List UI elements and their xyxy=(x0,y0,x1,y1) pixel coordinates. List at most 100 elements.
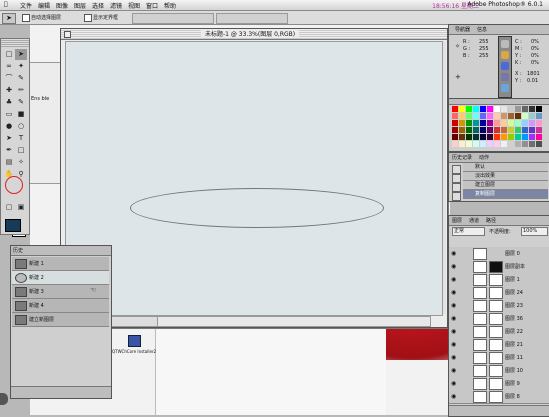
type-tool-icon[interactable]: T xyxy=(15,133,27,144)
color-swatch[interactable] xyxy=(515,113,521,119)
color-swatch[interactable] xyxy=(494,127,500,133)
eraser-tool-icon[interactable]: ▭ xyxy=(3,109,15,120)
color-swatch[interactable] xyxy=(459,134,465,140)
menu-edit[interactable]: 编辑 xyxy=(38,1,50,10)
color-swatch[interactable] xyxy=(452,127,458,133)
color-swatch[interactable] xyxy=(480,141,486,147)
tab-actions[interactable]: 动作 xyxy=(479,154,489,161)
layer-row[interactable]: ◉ 图层 23 xyxy=(449,299,549,313)
color-swatch[interactable] xyxy=(487,127,493,133)
styles-mini-icon[interactable] xyxy=(501,73,509,81)
elliptical-selection[interactable] xyxy=(130,188,384,228)
document-titlebar[interactable]: 未标题-1 @ 33.3%(图层 0,RGB) xyxy=(61,29,447,40)
color-swatch[interactable] xyxy=(473,113,479,119)
quick-mask-off-icon[interactable]: ▢ xyxy=(3,202,15,213)
healing-tool-icon[interactable]: ✚ xyxy=(3,85,15,96)
action-item[interactable]: 默认 xyxy=(463,163,548,172)
document-canvas[interactable] xyxy=(65,41,443,316)
color-swatch[interactable] xyxy=(487,113,493,119)
color-swatch[interactable] xyxy=(522,127,528,133)
color-swatch[interactable] xyxy=(508,120,514,126)
lasso-tool-icon[interactable]: ∞ xyxy=(3,61,15,72)
color-swatch[interactable] xyxy=(529,113,535,119)
toolbox-titlebar[interactable] xyxy=(1,39,29,47)
color-swatch[interactable] xyxy=(536,141,542,147)
crop-tool-icon[interactable]: ⌒ xyxy=(3,73,15,84)
magic-wand-icon[interactable]: ✦ xyxy=(15,61,27,72)
action-item-selected[interactable]: 复制图层 xyxy=(463,190,548,199)
layer-row[interactable]: ◉ 图层 8 xyxy=(449,390,549,404)
distribute-buttons-group[interactable] xyxy=(216,13,288,24)
layer-row[interactable]: ◉ 图层 0 xyxy=(449,247,549,261)
color-swatch[interactable] xyxy=(487,134,493,140)
navigator-mini-icon[interactable] xyxy=(501,40,509,48)
color-swatch[interactable] xyxy=(536,113,542,119)
color-swatch[interactable] xyxy=(501,113,507,119)
color-swatch[interactable] xyxy=(536,127,542,133)
action-toggle-checkbox[interactable] xyxy=(452,165,461,174)
installer-label[interactable]: QTWChCore Installer2 xyxy=(112,349,156,354)
color-swatch[interactable] xyxy=(522,134,528,140)
brush-tool-icon[interactable]: ✏ xyxy=(15,85,27,96)
color-swatch[interactable] xyxy=(480,120,486,126)
lock-options[interactable] xyxy=(452,237,547,244)
tab-paths[interactable]: 路径 xyxy=(486,217,496,224)
move-tool-icon[interactable]: ➤ xyxy=(15,49,27,60)
visibility-eye-icon[interactable]: ◉ xyxy=(451,341,458,348)
swatches-titlebar[interactable] xyxy=(449,99,549,105)
color-swatch[interactable] xyxy=(522,141,528,147)
installer-icon[interactable] xyxy=(128,335,141,347)
action-toggle-checkbox[interactable] xyxy=(452,183,461,192)
layer-row[interactable]: ◉ 图层 10 xyxy=(449,364,549,378)
action-item[interactable]: 建立图层 xyxy=(463,181,548,190)
color-swatch[interactable] xyxy=(508,141,514,147)
color-swatch[interactable] xyxy=(536,134,542,140)
color-swatch[interactable] xyxy=(494,120,500,126)
color-swatch[interactable] xyxy=(466,106,472,112)
color-swatch[interactable] xyxy=(452,141,458,147)
color-swatch[interactable] xyxy=(452,113,458,119)
color-swatch[interactable] xyxy=(473,120,479,126)
color-swatch[interactable] xyxy=(529,127,535,133)
tab-layers[interactable]: 图层 xyxy=(452,217,462,224)
application-menu[interactable]: Adobe Photoshop® 6.0.1 xyxy=(467,1,543,8)
color-swatch[interactable] xyxy=(501,134,507,140)
menu-image[interactable]: 图像 xyxy=(56,1,68,10)
vertical-scrollbar[interactable] xyxy=(443,41,446,314)
apple-menu-icon[interactable]:  xyxy=(4,1,8,8)
layer-row[interactable]: ◉ 图层副本 xyxy=(449,260,549,274)
tab-history[interactable]: 历史 xyxy=(13,247,23,254)
blur-tool-icon[interactable]: ● xyxy=(3,121,15,132)
color-swatch[interactable] xyxy=(480,134,486,140)
dodge-tool-icon[interactable]: ○ xyxy=(15,121,27,132)
layer-row[interactable]: ◉ 图层 36 xyxy=(449,312,549,326)
color-swatch[interactable] xyxy=(515,120,521,126)
color-swatch[interactable] xyxy=(515,141,521,147)
path-select-icon[interactable]: ➤ xyxy=(3,133,15,144)
action-item[interactable]: 淡出效果 xyxy=(463,172,548,181)
visibility-eye-icon[interactable]: ◉ xyxy=(451,263,458,270)
gradient-tool-icon[interactable]: ■ xyxy=(15,109,27,120)
color-swatch[interactable] xyxy=(466,113,472,119)
color-swatch[interactable] xyxy=(487,141,493,147)
color-swatch[interactable] xyxy=(536,120,542,126)
color-swatch[interactable] xyxy=(452,134,458,140)
color-swatch[interactable] xyxy=(459,106,465,112)
action-toggle-checkbox[interactable] xyxy=(452,174,461,183)
stamp-tool-icon[interactable]: ♣ xyxy=(3,97,15,108)
history-state[interactable]: 建立新图层 xyxy=(12,313,109,327)
tab-history-record[interactable]: 历史记录 xyxy=(452,154,472,161)
color-swatch[interactable] xyxy=(459,127,465,133)
layers-mini-icon[interactable] xyxy=(501,84,509,92)
menu-file[interactable]: 文件 xyxy=(20,1,32,10)
notes-tool-icon[interactable]: ▤ xyxy=(3,157,15,168)
visibility-eye-icon[interactable]: ◉ xyxy=(451,289,458,296)
color-swatch[interactable] xyxy=(473,106,479,112)
menu-help[interactable]: 帮助 xyxy=(164,1,176,10)
color-swatch[interactable] xyxy=(459,141,465,147)
color-swatch[interactable] xyxy=(522,106,528,112)
color-swatch[interactable] xyxy=(529,120,535,126)
layer-row[interactable]: ◉ 图层 24 xyxy=(449,286,549,300)
visibility-eye-icon[interactable]: ◉ xyxy=(451,276,458,283)
pen-tool-icon[interactable]: ✒ xyxy=(3,145,15,156)
